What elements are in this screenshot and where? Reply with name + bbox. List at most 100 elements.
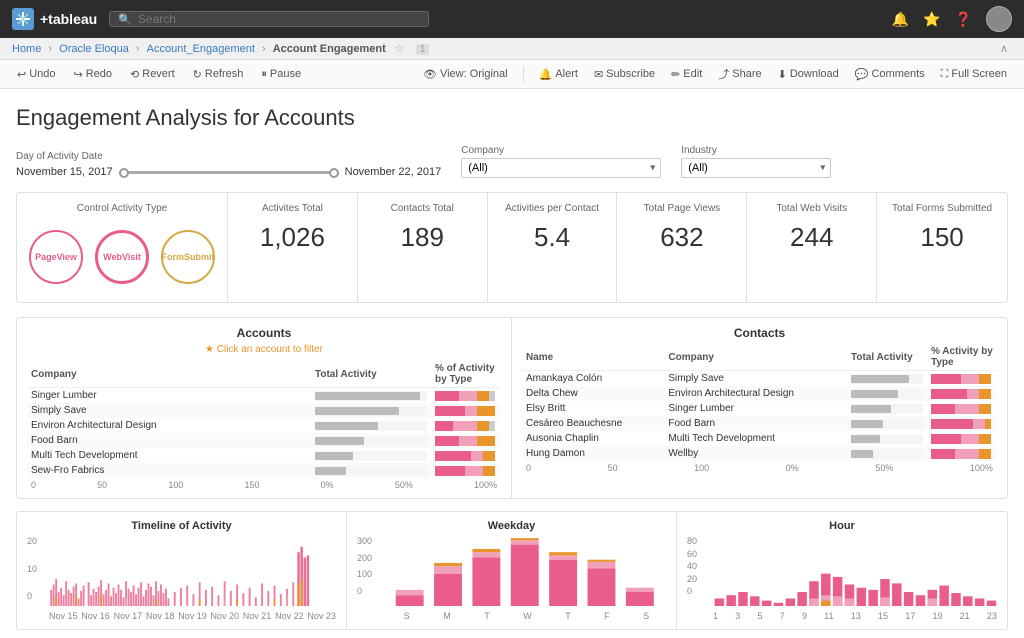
- star-icon[interactable]: ⭐: [923, 11, 940, 28]
- seg-orange: [979, 434, 991, 444]
- redo-label: Redo: [86, 68, 112, 80]
- stacked-bar: [931, 419, 991, 429]
- pause-label: Pause: [270, 68, 301, 80]
- table-row[interactable]: Singer Lumber: [27, 388, 501, 404]
- table-row[interactable]: Amankaya Colón Simply Save: [522, 371, 997, 387]
- bar-fill: [315, 407, 399, 415]
- search-bar[interactable]: 🔍: [109, 11, 429, 27]
- download-button[interactable]: ⬇ Download: [773, 66, 844, 83]
- table-row[interactable]: Food Barn: [27, 433, 501, 448]
- seg-light-pink: [465, 406, 477, 416]
- y-300: 300: [357, 536, 372, 546]
- view-original-button[interactable]: 👁 View: Original: [418, 66, 513, 83]
- pause-button[interactable]: ⏸ Pause: [256, 66, 306, 83]
- breadcrumb-eloqua[interactable]: Oracle Eloqua: [59, 43, 129, 55]
- col-total-activity: Total Activity: [311, 361, 431, 388]
- webvisit-circle[interactable]: WebVisit: [95, 230, 149, 284]
- company-select[interactable]: (All): [461, 158, 661, 178]
- kpi-contacts-total: Contacts Total 189: [358, 193, 488, 302]
- y-100: 100: [357, 569, 372, 579]
- bookmark-icon[interactable]: ☆: [395, 43, 405, 55]
- pct-bar-cell: [431, 388, 501, 404]
- undo-button[interactable]: ↩ Undo: [12, 66, 61, 83]
- comments-button[interactable]: 💬 Comments: [850, 66, 930, 83]
- refresh-button[interactable]: ↻ Refresh: [188, 66, 249, 83]
- table-row[interactable]: Elsy Britt Singer Lumber: [522, 401, 997, 416]
- search-input[interactable]: [138, 12, 420, 26]
- activities-per-contact-label: Activities per Contact: [500, 203, 605, 214]
- table-row[interactable]: Environ Architectural Design: [27, 418, 501, 433]
- edit-button[interactable]: ✏ Edit: [666, 66, 707, 83]
- pct-bar-cell: [431, 433, 501, 448]
- stacked-bar: [435, 451, 495, 461]
- collapse-icon[interactable]: ∧: [1000, 42, 1008, 55]
- total-forms-label: Total Forms Submitted: [889, 203, 995, 214]
- weekday-x-labels: S M T W T F S: [387, 609, 666, 621]
- share-button[interactable]: ⤴ Share: [713, 64, 766, 84]
- table-row[interactable]: Simply Save: [27, 403, 501, 418]
- seg-orange: [979, 374, 991, 384]
- seg-light-pink: [961, 434, 979, 444]
- table-row[interactable]: Sew-Fro Fabrics: [27, 463, 501, 478]
- date-filter-slider[interactable]: November 15, 2017 November 22, 2017: [16, 166, 441, 178]
- slider-thumb-right[interactable]: [329, 168, 339, 178]
- breadcrumb-account-engagement-parent[interactable]: Account_Engagement: [147, 43, 255, 55]
- slider-track[interactable]: [119, 171, 339, 174]
- bar-fill: [851, 405, 891, 413]
- alert-button[interactable]: 🔔 Alert: [534, 66, 583, 83]
- y-40: 40: [687, 561, 697, 571]
- activities-per-contact-value: 5.4: [500, 222, 605, 253]
- pageview-circle[interactable]: PageView: [29, 230, 83, 284]
- table-row[interactable]: Hung Damon Wellby: [522, 446, 997, 461]
- redo-button[interactable]: ↪ Redo: [69, 66, 118, 83]
- axis-100pct: 100%: [970, 463, 993, 473]
- table-row[interactable]: Multi Tech Development: [27, 448, 501, 463]
- view-icon: 👁: [423, 68, 437, 81]
- subscribe-label: Subscribe: [606, 68, 655, 80]
- bar-fill: [315, 392, 420, 400]
- y-80: 80: [687, 536, 697, 546]
- revert-button[interactable]: ⟲ Revert: [125, 66, 180, 83]
- bell-icon[interactable]: 🔔: [892, 11, 909, 28]
- app-logo: +tableau: [12, 8, 97, 30]
- date-filter-label: Day of Activity Date: [16, 151, 441, 162]
- contacts-total-label: Contacts Total: [370, 203, 475, 214]
- edit-label: Edit: [683, 68, 702, 80]
- industry-select[interactable]: (All): [681, 158, 831, 178]
- breadcrumb-sep-1: ›: [48, 43, 55, 55]
- company-name: Sew-Fro Fabrics: [27, 463, 311, 478]
- seg-orange: [979, 449, 991, 459]
- formsubmit-circle[interactable]: FormSubmit: [161, 230, 215, 284]
- subscribe-button[interactable]: ✉ Subscribe: [589, 66, 660, 83]
- activities-total-label: Activites Total: [240, 203, 345, 214]
- seg-pink: [931, 419, 973, 429]
- main-content: Engagement Analysis for Accounts Day of …: [0, 89, 1024, 638]
- table-row[interactable]: Cesáreo Beauchesne Food Barn: [522, 416, 997, 431]
- timeline-section: Timeline of Activity 20 10 0: [17, 512, 347, 629]
- date-filter: Day of Activity Date November 15, 2017 N…: [16, 151, 441, 178]
- full-screen-button[interactable]: ⛶ Full Screen: [936, 66, 1012, 83]
- avatar[interactable]: [986, 6, 1012, 32]
- axis-150: 150: [244, 480, 259, 490]
- edit-icon: ✏: [671, 68, 680, 81]
- accounts-title: Accounts: [27, 326, 501, 340]
- activity-bar: [315, 406, 427, 416]
- y-label-10: 10: [27, 564, 37, 574]
- table-row[interactable]: Ausonia Chaplin Multi Tech Development: [522, 431, 997, 446]
- seg-pink: [931, 374, 961, 384]
- comments-icon: 💬: [855, 68, 869, 81]
- download-icon: ⬇: [778, 68, 787, 81]
- stacked-bar: [931, 404, 991, 414]
- kpi-control-activity: Control Activity Type PageView WebVisit …: [17, 193, 228, 302]
- help-icon[interactable]: ❓: [955, 11, 972, 28]
- stacked-bar: [435, 406, 495, 416]
- weekday-svg: [387, 536, 666, 606]
- date-end: November 22, 2017: [345, 166, 442, 178]
- bar-fill: [851, 375, 909, 383]
- seg-orange: [483, 451, 495, 461]
- table-row[interactable]: Delta Chew Environ Architectural Design: [522, 386, 997, 401]
- activity-bar-cell: [847, 416, 927, 431]
- slider-thumb-left[interactable]: [119, 168, 129, 178]
- breadcrumb-home[interactable]: Home: [12, 43, 41, 55]
- seg-light-pink: [961, 374, 979, 384]
